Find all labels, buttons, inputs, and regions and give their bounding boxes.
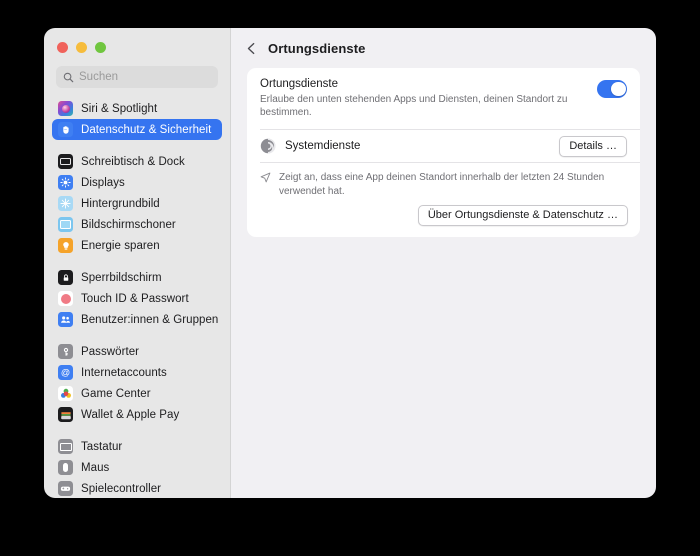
location-footnote-text: Zeigt an, dass eine App deinen Standort … (279, 172, 605, 197)
main-header: Ortungsdienste (231, 28, 656, 68)
lockscreen-icon (58, 270, 73, 285)
sidebar-item-label: Game Center (81, 387, 151, 400)
maximize-window-button[interactable] (95, 41, 106, 53)
window-traffic-lights (44, 28, 230, 66)
sidebar-item-displays[interactable]: Displays (52, 172, 222, 193)
energy-icon (58, 238, 73, 253)
sidebar-item-label: Energie sparen (81, 239, 160, 252)
sidebar-item-maus[interactable]: Maus (52, 457, 222, 478)
sidebar-item-spielecontroller[interactable]: Spielecontroller (52, 478, 222, 498)
location-footnote-row: Zeigt an, dass eine App deinen Standort … (247, 163, 640, 205)
sidebar-item-passwoerter[interactable]: Passwörter (52, 341, 222, 362)
key-icon (58, 344, 73, 359)
users-groups-icon (58, 312, 73, 327)
mouse-icon (58, 460, 73, 475)
location-services-toggle[interactable] (597, 80, 627, 98)
system-services-row[interactable]: Systemdienste Details … (247, 130, 640, 162)
sidebar-item-label: Datenschutz & Sicherheit (81, 123, 212, 136)
sidebar-item-label: Passwörter (81, 345, 140, 358)
dock-icon (58, 154, 73, 169)
game-center-icon (58, 386, 73, 401)
sidebar-item-label: Tastatur (81, 440, 123, 453)
system-settings-window: Siri & Spotlight Datenschutz & Sicherhei… (44, 28, 656, 498)
wallet-icon (58, 407, 73, 422)
sidebar-item-internetaccounts[interactable]: @ Internetaccounts (52, 362, 222, 383)
sidebar-item-schreibtisch-dock[interactable]: Schreibtisch & Dock (52, 151, 222, 172)
sidebar: Siri & Spotlight Datenschutz & Sicherhei… (44, 28, 231, 498)
sidebar-group-separator (52, 140, 222, 151)
sidebar-item-label: Internetaccounts (81, 366, 167, 379)
svg-text:@: @ (61, 367, 70, 377)
location-services-master-row: Ortungsdienste Erlaube den unten stehend… (247, 68, 640, 129)
location-services-title: Ortungsdienste (260, 78, 338, 90)
location-services-text-block: Ortungsdienste Erlaube den unten stehend… (260, 77, 597, 119)
back-chevron-icon[interactable] (245, 42, 258, 55)
sidebar-item-touch-id-passwort[interactable]: Touch ID & Passwort (52, 288, 222, 309)
sidebar-item-label: Wallet & Apple Pay (81, 408, 180, 421)
about-button-row: Über Ortungsdienste & Datenschutz … (247, 205, 640, 237)
search-field[interactable] (56, 66, 218, 88)
sidebar-group-separator (52, 330, 222, 341)
sidebar-item-label: Benutzer:innen & Gruppen (81, 313, 219, 326)
siri-icon (58, 101, 73, 116)
keyboard-icon (58, 439, 73, 454)
sidebar-item-tastatur[interactable]: Tastatur (52, 436, 222, 457)
settings-content: Ortungsdienste Erlaube den unten stehend… (231, 68, 656, 237)
screensaver-icon (58, 217, 73, 232)
system-services-label: Systemdienste (285, 140, 361, 152)
sidebar-search-container (44, 66, 230, 96)
display-icon (58, 175, 73, 190)
sidebar-nav-list[interactable]: Siri & Spotlight Datenschutz & Sicherhei… (44, 96, 230, 498)
search-input[interactable] (79, 71, 211, 83)
sidebar-item-label: Hintergrundbild (81, 197, 160, 210)
wallpaper-icon (58, 196, 73, 211)
system-services-icon (260, 138, 276, 154)
sidebar-item-label: Bildschirmschoner (81, 218, 176, 231)
at-sign-icon: @ (58, 365, 73, 380)
sidebar-group-separator (52, 256, 222, 267)
sidebar-item-hintergrundbild[interactable]: Hintergrundbild (52, 193, 222, 214)
system-services-details-button[interactable]: Details … (559, 135, 627, 157)
touchid-icon (58, 291, 73, 306)
sidebar-item-siri-spotlight[interactable]: Siri & Spotlight (52, 98, 222, 119)
sidebar-item-label: Maus (81, 461, 110, 474)
about-location-privacy-button[interactable]: Über Ortungsdienste & Datenschutz … (417, 205, 628, 226)
sidebar-item-label: Spielecontroller (81, 482, 162, 495)
sidebar-item-sperrbildschirm[interactable]: Sperrbildschirm (52, 267, 222, 288)
sidebar-item-game-center[interactable]: Game Center (52, 383, 222, 404)
search-icon (63, 72, 74, 82)
page-title: Ortungsdienste (268, 40, 366, 56)
main-content-pane: Ortungsdienste Ortungsdienste Erlaube de… (231, 28, 656, 498)
sidebar-item-energie-sparen[interactable]: Energie sparen (52, 235, 222, 256)
toggle-knob (611, 81, 626, 96)
location-services-description: Erlaube den unten stehenden Apps und Die… (260, 94, 568, 118)
minimize-window-button[interactable] (76, 41, 87, 53)
sidebar-item-label: Siri & Spotlight (81, 102, 158, 115)
sidebar-item-label: Sperrbildschirm (81, 271, 162, 284)
game-controller-icon (58, 481, 73, 496)
sidebar-group-separator (52, 425, 222, 436)
sidebar-item-wallet-apple-pay[interactable]: Wallet & Apple Pay (52, 404, 222, 425)
location-arrow-icon (260, 172, 271, 183)
sidebar-item-label: Touch ID & Passwort (81, 292, 189, 305)
sidebar-item-label: Displays (81, 176, 125, 189)
close-window-button[interactable] (57, 41, 68, 53)
sidebar-item-datenschutz-sicherheit[interactable]: Datenschutz & Sicherheit (52, 119, 222, 140)
sidebar-item-label: Schreibtisch & Dock (81, 155, 185, 168)
location-services-card: Ortungsdienste Erlaube den unten stehend… (247, 68, 640, 237)
sidebar-item-benutzer-gruppen[interactable]: Benutzer:innen & Gruppen (52, 309, 222, 330)
sidebar-item-bildschirmschoner[interactable]: Bildschirmschoner (52, 214, 222, 235)
hand-privacy-icon (58, 122, 73, 137)
